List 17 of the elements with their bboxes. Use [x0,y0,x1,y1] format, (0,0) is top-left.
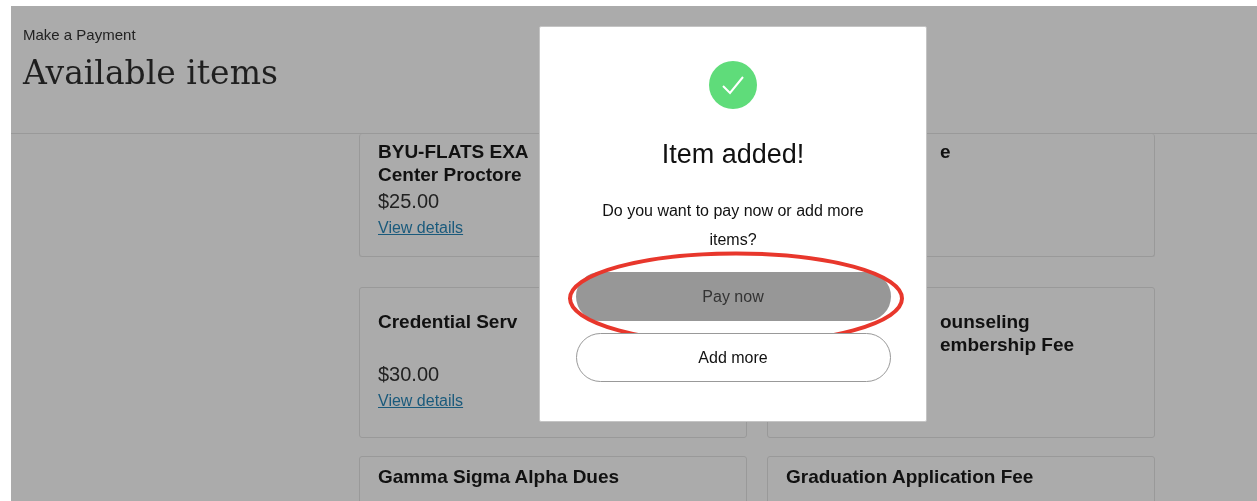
breadcrumb: Make a Payment [23,26,137,43]
item-price: $25.00 [378,190,440,213]
pay-now-button[interactable]: Pay now [575,272,891,321]
item-title: BYU-FLATS EXA Center Proctore [378,140,529,186]
item-title: ounseling embership Fee [940,310,1075,356]
item-title: Graduation Application Fee [786,465,1034,488]
item-title: Gamma Sigma Alpha Dues [378,465,620,488]
view-details-link[interactable]: View details [378,392,464,410]
success-check-icon [709,61,757,109]
dialog-title: Item added! [661,139,805,170]
add-more-button[interactable]: Add more [575,333,891,382]
dialog-message: Do you want to pay now or add more items? [601,201,865,250]
item-price: $30.00 [378,363,440,386]
page-title: Available items [23,53,278,92]
item-title: e [940,140,951,163]
view-details-link[interactable]: View details [378,219,464,237]
item-title: Credential Serv [378,310,518,333]
